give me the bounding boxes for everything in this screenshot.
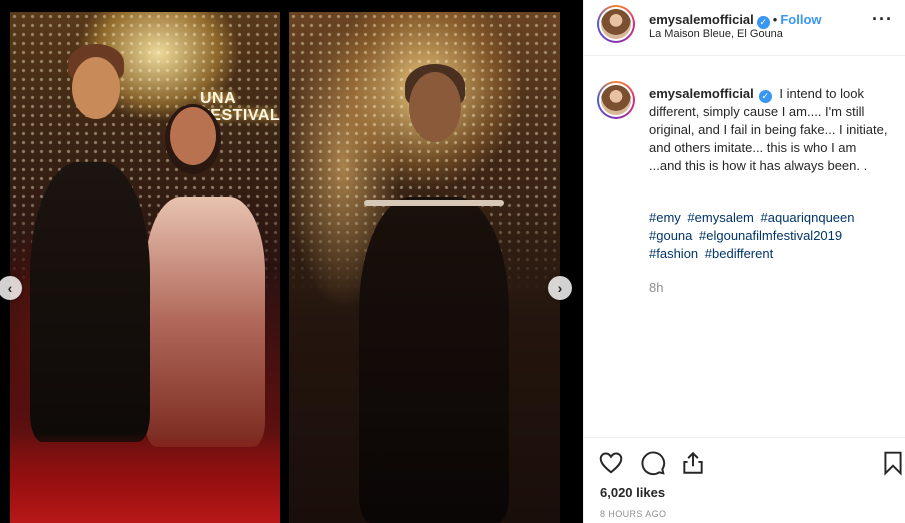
post-header: emysalemofficial ✓ • Follow La Maison Bleue… (584, 0, 905, 56)
caption: emysalemofficial ✓ I intend to look diffe… (649, 85, 889, 175)
verified-badge-icon: ✓ (758, 90, 772, 103)
person-figure (30, 162, 150, 442)
separator-dot: • (772, 12, 778, 27)
hashtag-link[interactable]: #gouna (649, 228, 692, 243)
caption-username[interactable]: emysalemofficial (649, 86, 754, 101)
follow-button[interactable]: Follow (780, 12, 821, 27)
location-link[interactable]: La Maison Bleue, El Gouna (649, 28, 783, 40)
red-carpet (10, 433, 280, 523)
more-options-icon[interactable]: ··· (872, 9, 893, 30)
username-link[interactable]: emysalemofficial (649, 12, 754, 27)
photo-right (289, 12, 560, 523)
person-figure (145, 197, 265, 447)
caption-time[interactable]: 8h (649, 280, 663, 295)
hashtag-link[interactable]: #fashion (649, 246, 698, 261)
share-icon[interactable] (680, 450, 706, 476)
comment-icon[interactable] (640, 450, 666, 476)
hashtag-link[interactable]: #emysalem (687, 210, 753, 225)
avatar[interactable] (597, 5, 635, 43)
heart-icon[interactable] (598, 450, 624, 476)
person-figure (359, 197, 509, 523)
comments-area: emysalemofficial ✓ I intend to look diffe… (584, 57, 905, 437)
hashtag-list: #emy #emysalem #aquariqnqueen #gouna #el… (649, 209, 889, 263)
likes-count[interactable]: 6,020 likes (600, 485, 665, 500)
action-bar: 6,020 likes 8 HOURS AGO (584, 437, 905, 523)
bookmark-icon[interactable] (880, 450, 905, 476)
post-media: UNA FESTIVAL ‹ › (0, 0, 583, 523)
carousel-next-button[interactable]: › (548, 276, 572, 300)
hashtag-link[interactable]: #emy (649, 210, 681, 225)
photo-left: UNA FESTIVAL (10, 12, 280, 523)
hashtag-link[interactable]: #bedifferent (705, 246, 773, 261)
avatar[interactable] (597, 81, 635, 119)
hashtag-link[interactable]: #aquariqnqueen (761, 210, 855, 225)
post-timestamp[interactable]: 8 HOURS AGO (600, 509, 666, 519)
post-sidebar: emysalemofficial ✓ • Follow La Maison Bleue… (583, 0, 905, 523)
hashtag-link[interactable]: #elgounafilmfestival2019 (699, 228, 842, 243)
